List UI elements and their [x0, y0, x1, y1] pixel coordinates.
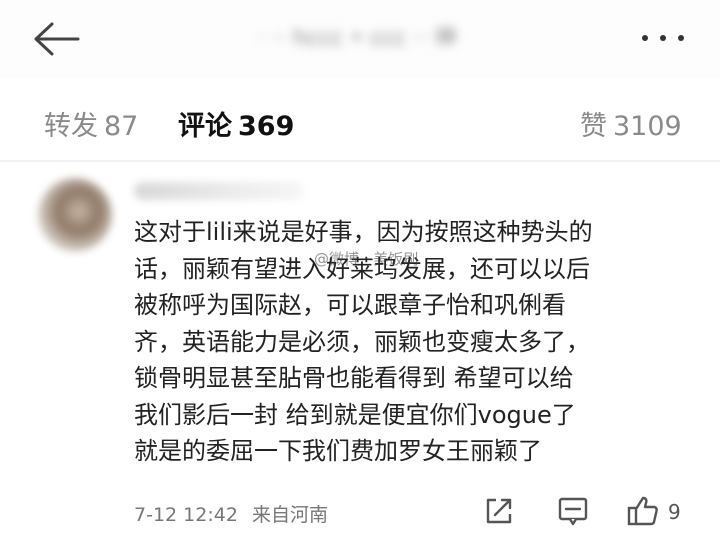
divider: [0, 160, 720, 162]
more-dots-icon[interactable]: [636, 28, 690, 48]
like-count: 9: [668, 500, 681, 524]
timestamp: 7-12 12:42: [134, 504, 238, 526]
watermark: @微博 · 美饭刷: [314, 250, 419, 268]
thumbs-up-icon[interactable]: [626, 494, 660, 528]
comment-line: 被称呼为国际赵，可以跟章子怡和巩俐看: [134, 291, 566, 319]
comment-line: 这对于lili来说是好事，因为按照这种势头的: [134, 218, 593, 246]
comment-line: 我们影后一封 给到就是便宜你们vogue了: [134, 400, 576, 429]
top-bar: · ·· hccc • ccc ·· 神: [0, 0, 720, 78]
page-title: · ·· hccc • ccc ·· 神: [258, 26, 457, 51]
username-blurred[interactable]: [134, 182, 304, 200]
avatar[interactable]: [38, 178, 112, 252]
location: 来自河南: [251, 504, 328, 526]
tab-repost[interactable]: 转发 87: [44, 104, 138, 143]
comment-meta: 7-12 12:42 来自河南: [134, 500, 328, 527]
comment-line: 锁骨明显甚至胋骨也能看得到 希望可以给: [134, 364, 574, 392]
comment-line: 齐，英语能力是必须，丽颖也变瘦太多了，: [134, 327, 590, 356]
tab-likes[interactable]: 赞 3109: [580, 104, 682, 143]
tab-bar: 转发 87 评论 369 赞 3109: [0, 92, 720, 152]
arrow-left-icon[interactable]: [30, 18, 84, 60]
comment-line: 就是的委屈一下我们费加罗女王丽颖了: [134, 437, 542, 465]
reply-icon[interactable]: [556, 494, 590, 528]
share-icon[interactable]: [482, 494, 516, 528]
tab-comments[interactable]: 评论 369: [178, 104, 294, 143]
